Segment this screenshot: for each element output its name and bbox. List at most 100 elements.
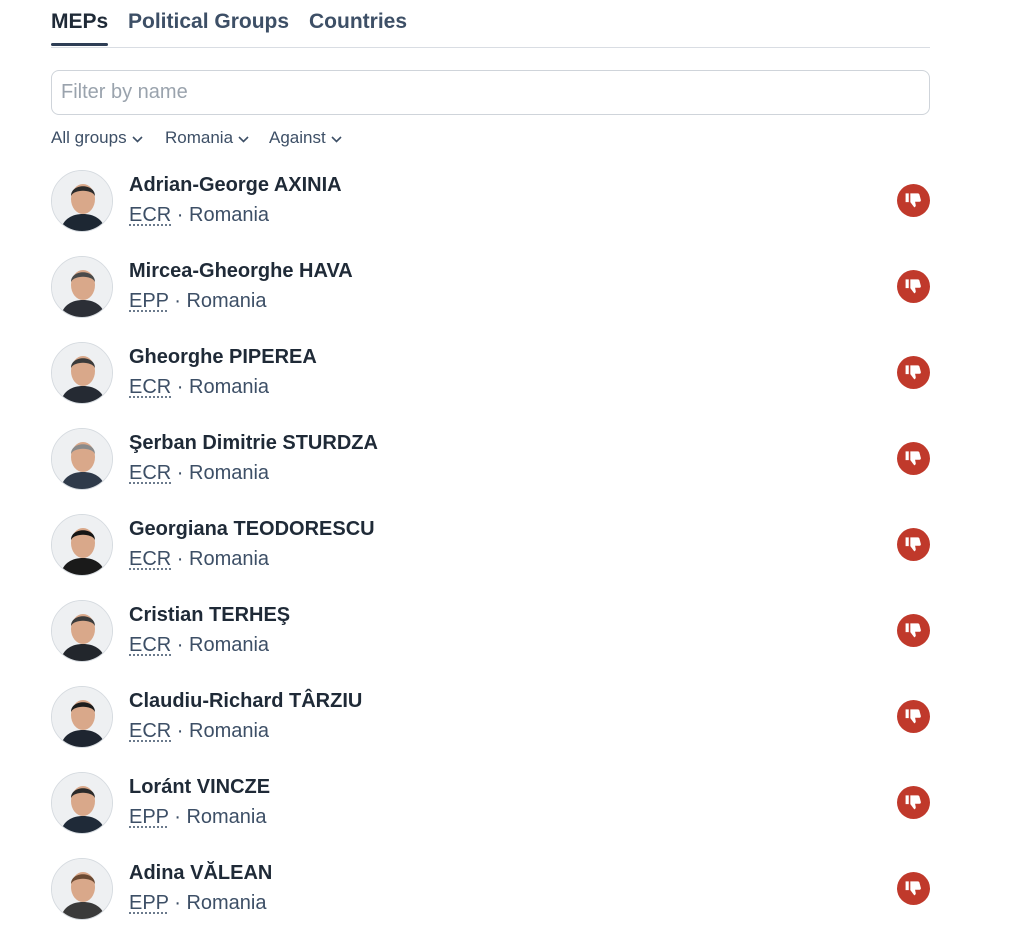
vote-against-badge (897, 528, 930, 561)
political-group-abbr[interactable]: EPP (129, 806, 169, 828)
mep-row[interactable]: Adina VĂLEAN EPP · Romania (51, 858, 930, 944)
country-filter-label: Romania (165, 128, 234, 147)
mep-country: Romania (186, 892, 267, 914)
meta-separator: · (171, 462, 190, 484)
thumbs-down-icon (905, 709, 921, 724)
mep-vote-panel: MEPs Political Groups Countries All grou… (51, 0, 930, 920)
meta-separator: · (171, 548, 190, 570)
mep-name[interactable]: Gheorghe PIPEREA (129, 346, 317, 369)
mep-meta: ECR · Romania (129, 720, 269, 743)
meta-separator: · (171, 720, 190, 742)
mep-name[interactable]: Loránt VINCZE (129, 776, 270, 799)
mep-row[interactable]: Georgiana TEODORESCU ECR · Romania (51, 514, 930, 600)
political-group-abbr[interactable]: ECR (129, 720, 171, 742)
mep-country: Romania (189, 634, 270, 656)
vote-against-badge (897, 872, 930, 905)
tab-label: Political Groups (128, 10, 290, 33)
thumbs-down-icon (905, 881, 921, 896)
chevron-down-icon (331, 135, 342, 143)
meta-separator: · (171, 376, 190, 398)
political-group-abbr[interactable]: ECR (129, 634, 171, 656)
mep-meta: EPP · Romania (129, 806, 267, 829)
mep-country: Romania (189, 720, 270, 742)
thumbs-down-icon (905, 537, 921, 552)
avatar (51, 600, 113, 662)
mep-country: Romania (189, 204, 270, 226)
name-filter-input[interactable] (51, 70, 930, 115)
chevron-down-icon (132, 135, 143, 143)
mep-row[interactable]: Şerban Dimitrie STURDZA ECR · Romania (51, 428, 930, 514)
group-filter-label: All groups (51, 128, 127, 147)
group-filter-select[interactable]: All groups (51, 128, 143, 148)
avatar (51, 170, 113, 232)
tab-political-groups[interactable]: Political Groups (128, 10, 289, 34)
mep-country: Romania (189, 462, 270, 484)
avatar (51, 342, 113, 404)
country-filter-select[interactable]: Romania (165, 128, 249, 148)
vote-against-badge (897, 786, 930, 819)
chevron-down-icon (238, 135, 249, 143)
mep-meta: ECR · Romania (129, 548, 269, 571)
political-group-abbr[interactable]: ECR (129, 204, 171, 226)
mep-meta: EPP · Romania (129, 892, 267, 915)
avatar (51, 256, 113, 318)
avatar (51, 858, 113, 920)
tab-label: Countries (309, 10, 408, 33)
vote-against-badge (897, 356, 930, 389)
tab-countries[interactable]: Countries (309, 10, 407, 34)
political-group-abbr[interactable]: EPP (129, 892, 169, 914)
mep-name[interactable]: Cristian TERHEŞ (129, 604, 290, 627)
mep-meta: ECR · Romania (129, 462, 269, 485)
mep-row[interactable]: Claudiu-Richard TÂRZIU ECR · Romania (51, 686, 930, 772)
mep-meta: ECR · Romania (129, 204, 269, 227)
tab-label: MEPs (51, 10, 109, 33)
avatar (51, 514, 113, 576)
meta-separator: · (168, 806, 187, 828)
mep-row[interactable]: Loránt VINCZE EPP · Romania (51, 772, 930, 858)
mep-name[interactable]: Adrian-George AXINIA (129, 174, 342, 197)
thumbs-down-icon (905, 451, 921, 466)
avatar (51, 428, 113, 490)
thumbs-down-icon (905, 279, 921, 294)
vote-filter-select[interactable]: Against (269, 128, 342, 148)
mep-name[interactable]: Şerban Dimitrie STURDZA (129, 432, 378, 455)
mep-name[interactable]: Mircea-Gheorghe HAVA (129, 260, 353, 283)
mep-row[interactable]: Cristian TERHEŞ ECR · Romania (51, 600, 930, 686)
mep-name[interactable]: Claudiu-Richard TÂRZIU (129, 690, 362, 713)
mep-meta: ECR · Romania (129, 376, 269, 399)
active-tab-indicator (51, 43, 109, 46)
mep-country: Romania (189, 376, 270, 398)
vote-against-badge (897, 184, 930, 217)
political-group-abbr[interactable]: ECR (129, 462, 171, 484)
political-group-abbr[interactable]: ECR (129, 548, 171, 570)
meta-separator: · (168, 290, 187, 312)
mep-row[interactable]: Adrian-George AXINIA ECR · Romania (51, 170, 930, 256)
tab-meps[interactable]: MEPs (51, 10, 109, 46)
mep-row[interactable]: Mircea-Gheorghe HAVA EPP · Romania (51, 256, 930, 342)
mep-country: Romania (189, 548, 270, 570)
thumbs-down-icon (905, 365, 921, 380)
thumbs-down-icon (905, 193, 921, 208)
avatar (51, 686, 113, 748)
vote-against-badge (897, 614, 930, 647)
mep-country: Romania (186, 806, 267, 828)
political-group-abbr[interactable]: EPP (129, 290, 169, 312)
meta-separator: · (171, 204, 190, 226)
vote-against-badge (897, 442, 930, 475)
mep-country: Romania (186, 290, 267, 312)
mep-meta: ECR · Romania (129, 634, 269, 657)
thumbs-down-icon (905, 623, 921, 638)
avatar (51, 772, 113, 834)
vote-filter-label: Against (269, 128, 326, 147)
mep-name[interactable]: Adina VĂLEAN (129, 862, 272, 885)
meta-separator: · (168, 892, 187, 914)
meta-separator: · (171, 634, 190, 656)
mep-meta: EPP · Romania (129, 290, 267, 313)
mep-name[interactable]: Georgiana TEODORESCU (129, 518, 375, 541)
vote-against-badge (897, 270, 930, 303)
tab-bar: MEPs Political Groups Countries (51, 0, 930, 48)
mep-row[interactable]: Gheorghe PIPEREA ECR · Romania (51, 342, 930, 428)
political-group-abbr[interactable]: ECR (129, 376, 171, 398)
thumbs-down-icon (905, 795, 921, 810)
vote-against-badge (897, 700, 930, 733)
